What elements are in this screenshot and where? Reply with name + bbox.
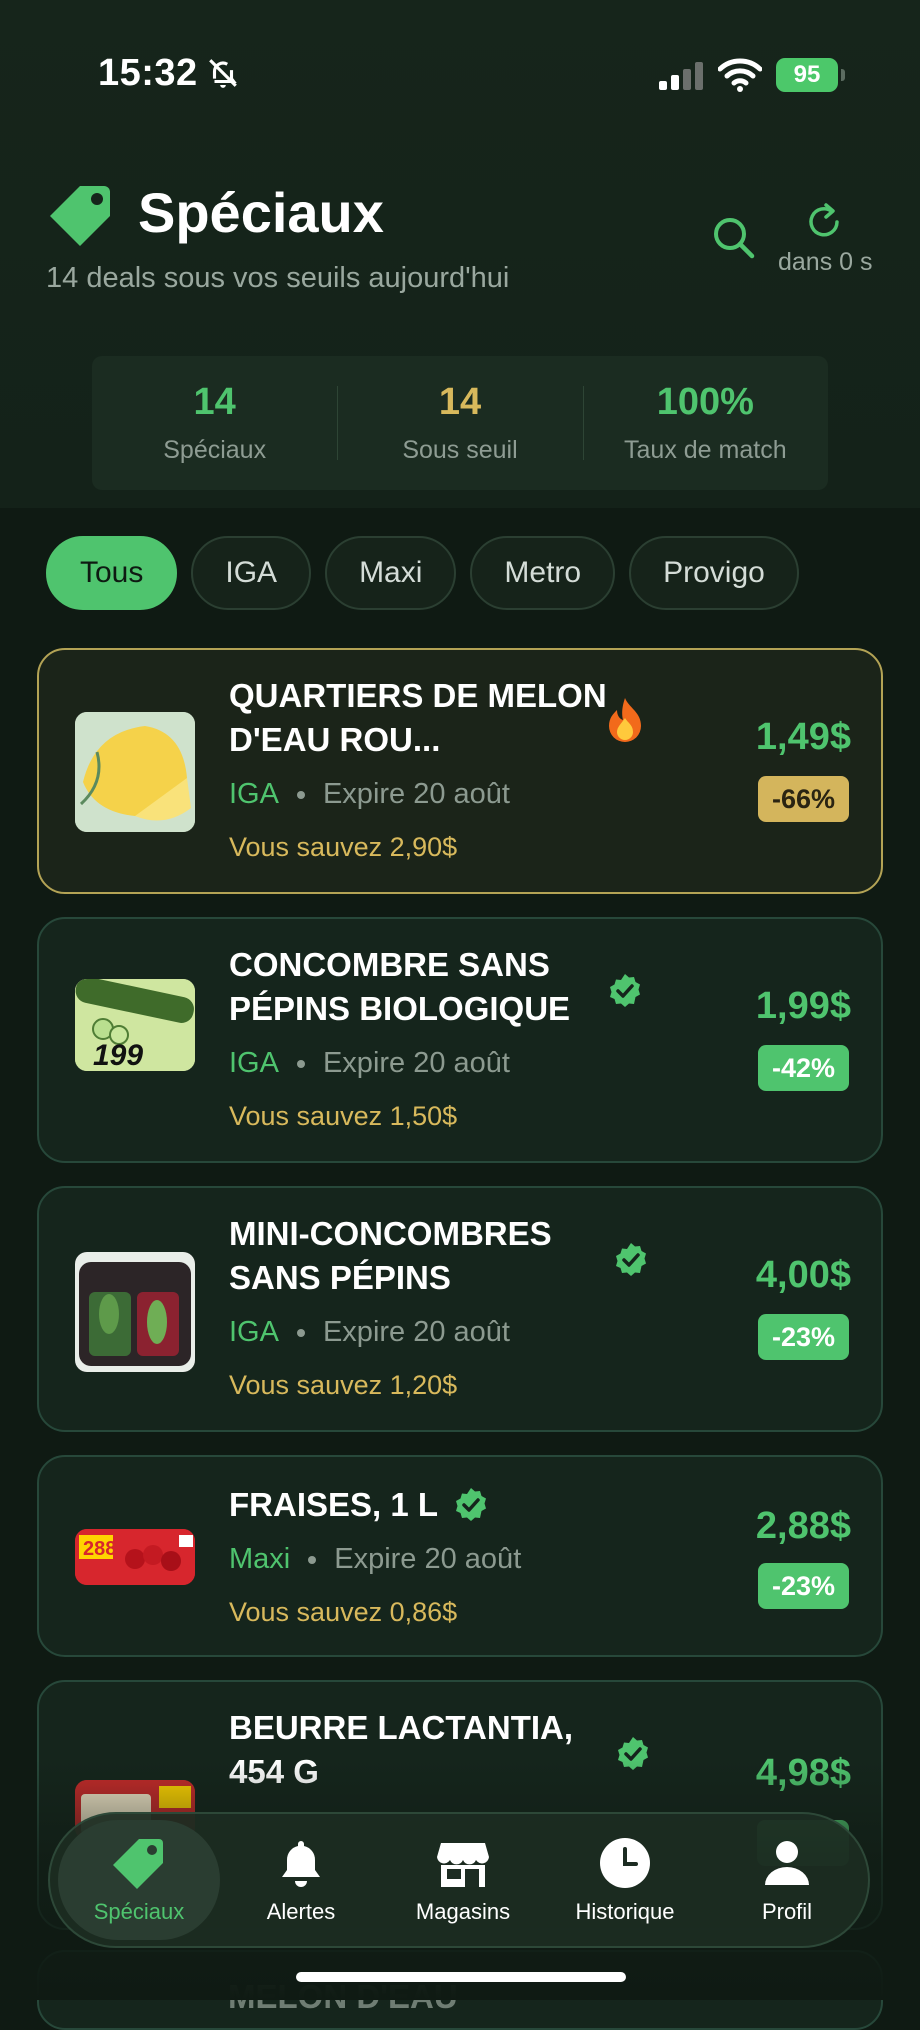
battery-indicator: 95 xyxy=(776,58,845,92)
nav-label: Profil xyxy=(761,1899,813,1924)
separator-dot xyxy=(296,1059,305,1068)
deal-card[interactable]: 199 CONCOMBRE SANS PÉPINS BIOLOGIQUE IGA… xyxy=(37,917,883,1163)
filter-chip-iga[interactable]: IGA xyxy=(191,536,312,610)
product-name: MINI-CONCOMBRES SANS PÉPINS xyxy=(229,1215,552,1296)
clock-icon xyxy=(600,1838,650,1888)
page-subtitle: 14 deals sous vos seuils aujourd'hui xyxy=(46,262,510,294)
expiry-date: Expire 20 août xyxy=(322,1316,510,1348)
deal-price: 1,99$ xyxy=(755,985,851,1027)
deal-card[interactable]: MINI-CONCOMBRES SANS PÉPINS IGA Expire 2… xyxy=(37,1186,883,1432)
nav-label: Alertes xyxy=(266,1899,336,1924)
strawberries-flyer-illustration: 288 xyxy=(75,1529,195,1585)
product-image: 288 xyxy=(75,1529,195,1585)
product-image xyxy=(75,712,195,832)
deal-card[interactable]: QUARTIERS DE MELON D'EAU ROU... IGA Expi… xyxy=(37,648,883,894)
filter-chip-tous[interactable]: Tous xyxy=(46,536,178,610)
store-name: IGA xyxy=(229,778,279,810)
filter-chip-provigo[interactable]: Provigo xyxy=(629,536,799,610)
search-icon[interactable] xyxy=(710,214,758,262)
svg-text:288: 288 xyxy=(83,1538,116,1560)
savings-text: Vous sauvez 2,90$ xyxy=(229,832,458,862)
stat-label: Spéciaux xyxy=(163,436,267,464)
bell-off-icon xyxy=(209,59,237,88)
deal-meta: IGA Expire 20 août xyxy=(229,1047,510,1080)
bell-icon xyxy=(282,1841,320,1887)
stat-match-rate: 100% Taux de match xyxy=(582,356,828,490)
store-filter-bar: Tous IGA Maxi Metro Provigo xyxy=(46,536,799,610)
wifi-icon xyxy=(718,58,762,92)
deal-meta: IGA Expire 20 août xyxy=(229,1316,510,1349)
cucumber-flyer-illustration: 199 xyxy=(75,979,195,1071)
stat-value: 14 xyxy=(193,381,236,423)
status-time: 15:32 xyxy=(98,52,198,94)
mini-cucumber-pack-illustration xyxy=(75,1252,195,1372)
nav-label: Spéciaux xyxy=(93,1899,185,1924)
stat-value: 14 xyxy=(438,381,482,423)
refresh-countdown: dans 0 s xyxy=(778,248,873,276)
product-image: 199 xyxy=(75,979,195,1071)
nav-tab-alertes[interactable]: Alertes xyxy=(220,1820,382,1940)
refresh-icon[interactable] xyxy=(804,200,846,242)
nav-tab-speciaux[interactable]: Spéciaux xyxy=(58,1820,220,1940)
discount-badge: -42% xyxy=(757,1045,849,1091)
nav-label: Historique xyxy=(575,1899,675,1924)
separator-dot xyxy=(296,790,305,799)
deal-meta: Maxi Expire 20 août xyxy=(229,1543,521,1576)
nav-tab-magasins[interactable]: Magasins xyxy=(382,1820,544,1940)
deal-price: 4,00$ xyxy=(755,1254,851,1296)
verified-icon xyxy=(616,1243,646,1276)
savings-text: Vous sauvez 1,20$ xyxy=(229,1370,458,1400)
bottom-nav: Spéciaux Alertes Magasins Historique Pro… xyxy=(48,1812,870,1948)
discount-badge: -23% xyxy=(757,1563,849,1609)
product-name: QUARTIERS DE MELON D'EAU ROU... xyxy=(229,677,607,758)
product-name: CONCOMBRE SANS PÉPINS BIOLOGIQUE xyxy=(229,946,571,1027)
nav-tab-profil[interactable]: Profil xyxy=(706,1820,868,1940)
nav-label: Magasins xyxy=(415,1899,511,1924)
separator-dot xyxy=(296,1328,305,1337)
deal-meta: IGA Expire 20 août xyxy=(229,778,510,811)
battery-level: 95 xyxy=(793,61,821,88)
stat-label: Taux de match xyxy=(624,436,787,464)
deal-price: 2,88$ xyxy=(755,1505,851,1547)
deal-card[interactable]: 288 FRAISES, 1 L Maxi Expire 20 août Vou… xyxy=(37,1455,883,1657)
stat-specials: 14 Spéciaux xyxy=(92,356,337,490)
melon-illustration xyxy=(75,712,195,832)
product-image xyxy=(75,1252,195,1372)
page-title: Spéciaux xyxy=(138,181,384,244)
discount-badge: -23% xyxy=(757,1314,849,1360)
expiry-date: Expire 20 août xyxy=(334,1543,522,1575)
cellular-signal-icon xyxy=(659,62,703,90)
verified-icon xyxy=(456,1488,486,1521)
verified-icon xyxy=(610,974,640,1007)
store-name: IGA xyxy=(229,1316,279,1348)
store-name: Maxi xyxy=(229,1543,291,1575)
nav-tab-historique[interactable]: Historique xyxy=(544,1820,706,1940)
expiry-date: Expire 20 août xyxy=(322,778,510,810)
discount-badge: -66% xyxy=(757,776,849,822)
stat-value: 100% xyxy=(656,381,754,423)
stat-label: Sous seuil xyxy=(402,436,518,464)
svg-text:199: 199 xyxy=(93,1039,143,1071)
filter-chip-metro[interactable]: Metro xyxy=(470,536,616,610)
tag-icon xyxy=(50,186,110,246)
fire-icon xyxy=(609,698,641,742)
person-icon xyxy=(765,1841,809,1885)
store-name: IGA xyxy=(229,1047,279,1079)
savings-text: Vous sauvez 0,86$ xyxy=(229,1597,458,1627)
stats-panel: 14 Spéciaux 14 Sous seuil 100% Taux de m… xyxy=(92,356,828,490)
stat-under-threshold: 14 Sous seuil xyxy=(337,356,582,490)
tag-icon xyxy=(113,1839,163,1889)
store-icon xyxy=(437,1843,489,1887)
home-indicator[interactable] xyxy=(296,1972,626,1982)
savings-text: Vous sauvez 1,50$ xyxy=(229,1101,458,1131)
deal-price: 1,49$ xyxy=(755,716,851,758)
expiry-date: Expire 20 août xyxy=(322,1047,510,1079)
product-name: FRAISES, 1 L xyxy=(229,1486,439,1523)
filter-chip-maxi[interactable]: Maxi xyxy=(325,536,457,610)
separator-dot xyxy=(308,1555,317,1564)
